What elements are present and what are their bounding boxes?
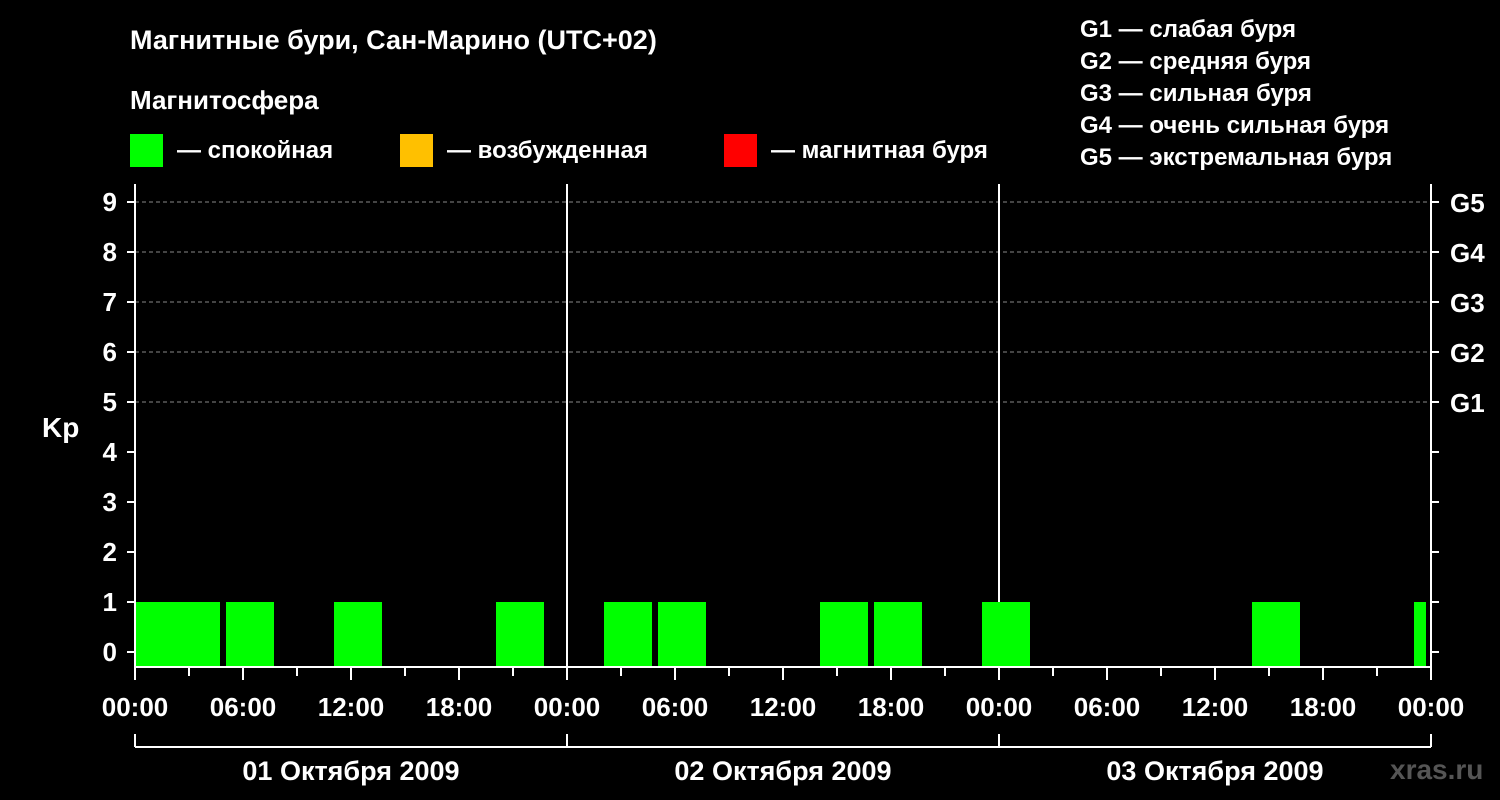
y-tick-label: 1 <box>103 587 117 617</box>
legend-swatch-excited <box>400 134 433 167</box>
g-level-label: G3 <box>1450 288 1485 318</box>
kp-bar <box>1252 602 1300 667</box>
x-tick-label: 12:00 <box>1182 692 1249 722</box>
chart-title: Магнитные бури, Сан-Марино (UTC+02) <box>130 25 657 55</box>
day-label: 01 Октября 2009 <box>242 756 459 786</box>
kp-bar <box>604 602 652 667</box>
x-tick-label: 18:00 <box>1290 692 1357 722</box>
y-tick-label: 7 <box>103 287 117 317</box>
day-label: 03 Октября 2009 <box>1106 756 1323 786</box>
kp-bar <box>874 602 922 667</box>
g-level-label: G2 <box>1450 338 1485 368</box>
x-tick-label: 18:00 <box>426 692 493 722</box>
x-tick-label: 00:00 <box>966 692 1033 722</box>
y-tick-label: 6 <box>103 337 117 367</box>
y-tick-label: 9 <box>103 187 117 217</box>
x-tick-label: 00:00 <box>1398 692 1465 722</box>
y-tick-label: 5 <box>103 387 117 417</box>
x-tick-label: 06:00 <box>1074 692 1141 722</box>
plot-area: 0 1 2 3 4 5 6 7 8 9 G1 G2 G3 G4 G5 00:00 06:00 12:00 18:00… <box>102 184 1485 786</box>
g-scale-g4: G4 — очень сильная буря <box>1080 112 1389 139</box>
legend-swatch-storm <box>724 134 757 167</box>
y-tick-label: 3 <box>103 487 117 517</box>
y-axis-label: Kp <box>42 412 79 443</box>
kp-bar <box>1414 602 1426 667</box>
legend-label-excited: — возбужденная <box>447 137 648 164</box>
day-label: 02 Октября 2009 <box>674 756 891 786</box>
watermark: xras.ru <box>1390 754 1483 785</box>
legend-swatch-calm <box>130 134 163 167</box>
kp-bar <box>496 602 544 667</box>
g-scale-g2: G2 — средняя буря <box>1080 48 1311 75</box>
kp-bar <box>658 602 706 667</box>
y-tick-label: 0 <box>103 637 117 667</box>
g-level-label: G1 <box>1450 388 1485 418</box>
legend-label-storm: — магнитная буря <box>771 137 988 164</box>
y-tick-label: 4 <box>103 437 118 467</box>
legend-label-calm: — спокойная <box>177 137 333 164</box>
kp-chart: Магнитные бури, Сан-Марино (UTC+02) Магн… <box>42 16 1485 786</box>
y-tick-label: 2 <box>103 537 117 567</box>
kp-bar <box>982 602 1030 667</box>
g-level-label: G4 <box>1450 238 1485 268</box>
x-tick-label: 00:00 <box>102 692 169 722</box>
legend-heading: Магнитосфера <box>130 85 319 115</box>
kp-bar <box>226 602 274 667</box>
x-tick-label: 00:00 <box>534 692 601 722</box>
g-scale-g5: G5 — экстремальная буря <box>1080 144 1392 171</box>
x-tick-label: 06:00 <box>642 692 709 722</box>
x-tick-label: 06:00 <box>210 692 277 722</box>
g-scale-g1: G1 — слабая буря <box>1080 16 1296 43</box>
g-scale-g3: G3 — сильная буря <box>1080 80 1312 107</box>
x-tick-label: 12:00 <box>750 692 817 722</box>
x-tick-label: 18:00 <box>858 692 925 722</box>
kp-bar <box>820 602 868 667</box>
x-tick-label: 12:00 <box>318 692 385 722</box>
kp-bar <box>172 602 220 667</box>
g-level-label: G5 <box>1450 188 1485 218</box>
kp-bar <box>334 602 382 667</box>
y-tick-label: 8 <box>103 237 117 267</box>
